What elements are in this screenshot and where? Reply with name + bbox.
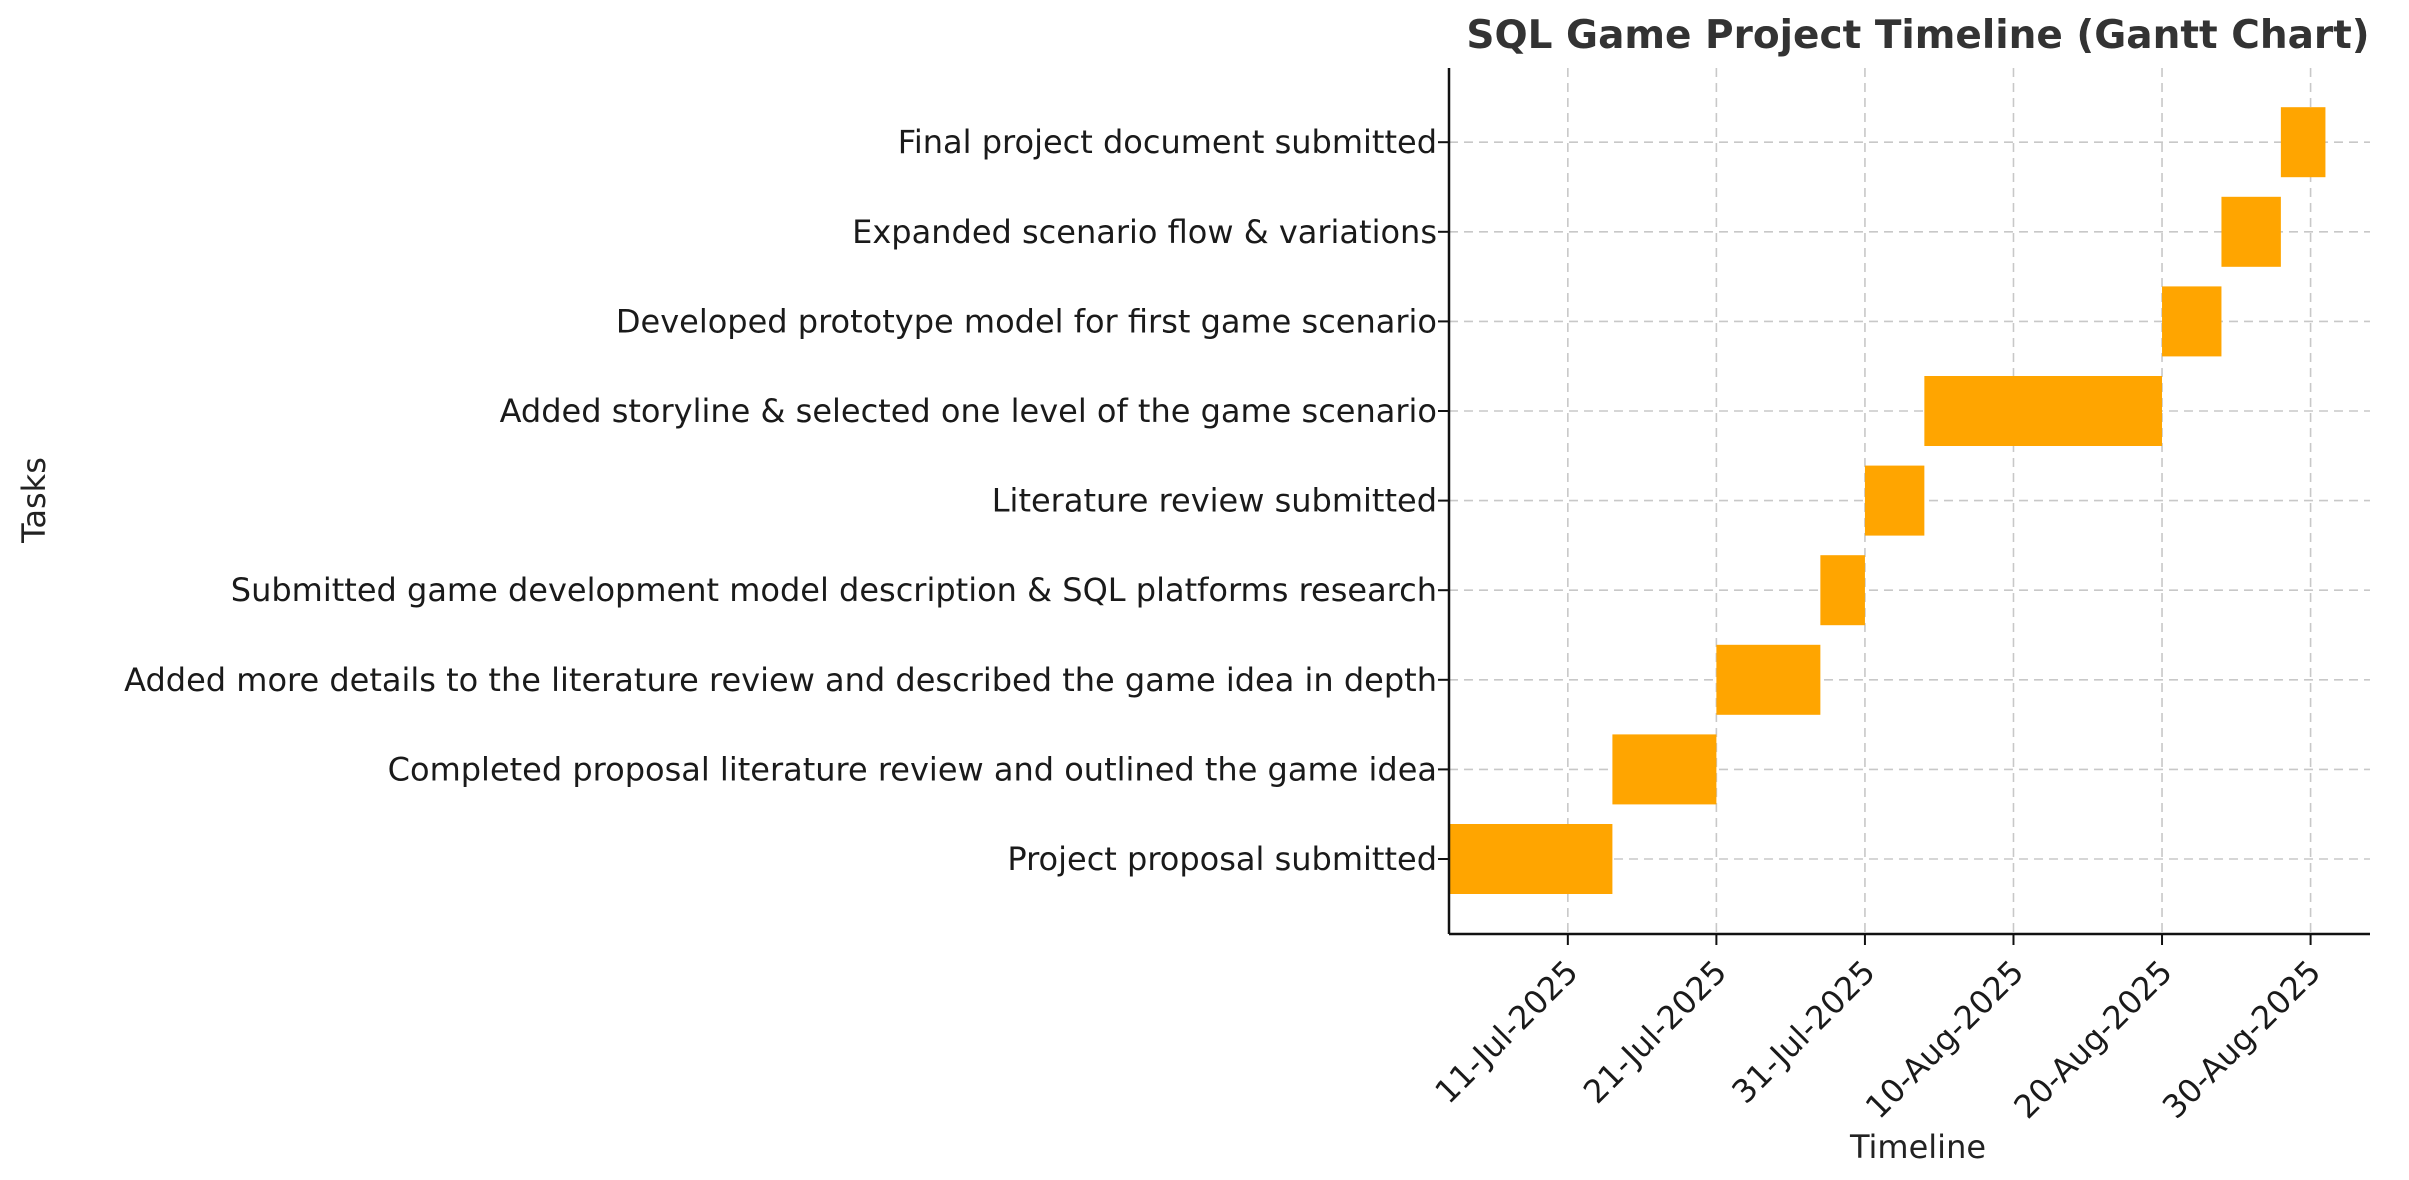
x-tick-label: 20-Aug-2025 [2006, 953, 2179, 1126]
x-axis-title: Timeline [1849, 1128, 1986, 1166]
task-label: Final project document submitted [898, 123, 1437, 161]
chart-canvas: 11-Jul-202521-Jul-202531-Jul-202510-Aug-… [15, 13, 2370, 1166]
x-tick-label: 10-Aug-2025 [1858, 953, 2031, 1126]
task-bar [1449, 824, 1613, 894]
task-label: Added more details to the literature rev… [124, 661, 1437, 699]
bar-layer [1449, 107, 2326, 894]
task-bar [2280, 107, 2326, 178]
task-label: Project proposal submitted [1007, 840, 1437, 878]
task-label: Submitted game development model descrip… [231, 571, 1437, 609]
x-tick-label: 21-Jul-2025 [1576, 953, 1734, 1111]
x-tick-label: 31-Jul-2025 [1724, 953, 1882, 1111]
y-axis-title: Tasks [15, 457, 53, 544]
task-bar [2221, 196, 2281, 267]
chart-title: SQL Game Project Timeline (Gantt Chart) [1466, 13, 2369, 58]
task-label: Added storyline & selected one level of … [500, 392, 1437, 430]
label-layer: 11-Jul-202521-Jul-202531-Jul-202510-Aug-… [124, 123, 2328, 1126]
task-label: Literature review submitted [992, 482, 1437, 520]
task-label: Expanded scenario flow & variations [852, 213, 1437, 251]
x-tick-label: 11-Jul-2025 [1427, 953, 1585, 1111]
task-bar [1924, 376, 2163, 446]
task-bar [2162, 286, 2222, 357]
gantt-chart: 11-Jul-2025 21-Jul-2025 31-Jul-2025 10-Aug-… [0, 0, 2409, 1180]
task-bar [1864, 465, 1925, 536]
task-label: Developed prototype model for first game… [616, 302, 1437, 340]
task-bar [1716, 644, 1821, 715]
x-tick-label: 30-Aug-2025 [2155, 953, 2328, 1126]
task-label: Completed proposal literature review and… [388, 750, 1437, 788]
task-bar [1820, 555, 1865, 626]
task-bar [1612, 734, 1717, 805]
